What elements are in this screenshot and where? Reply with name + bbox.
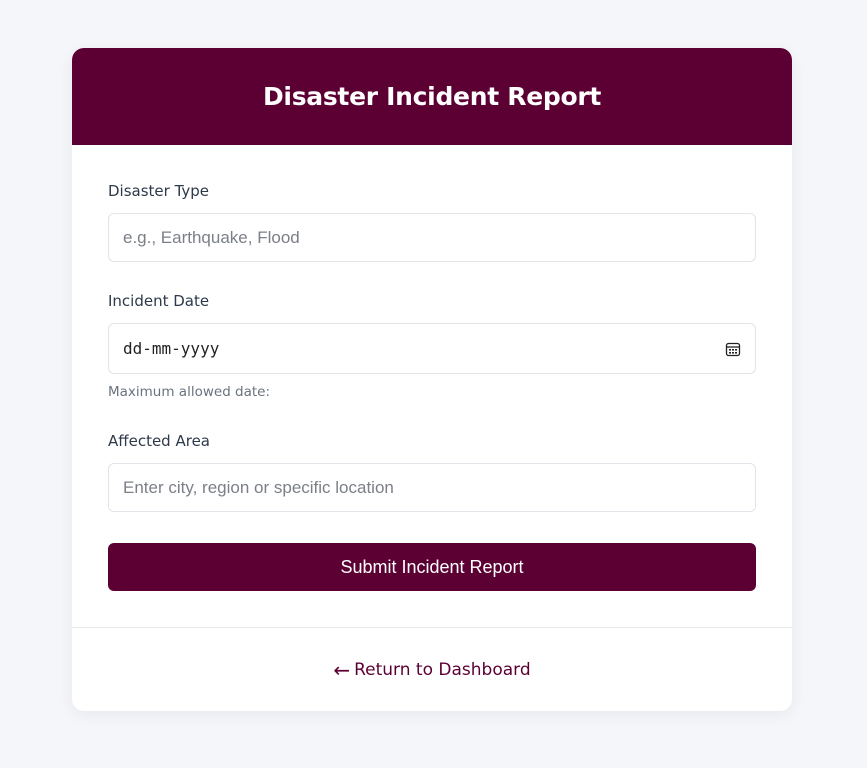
incident-date-placeholder: dd-mm-yyyy bbox=[123, 339, 220, 358]
return-dashboard-label: Return to Dashboard bbox=[354, 659, 531, 680]
incident-date-input[interactable]: dd-mm-yyyy bbox=[108, 323, 756, 374]
report-card: Disaster Incident Report Disaster Type e… bbox=[72, 48, 792, 711]
affected-area-label: Affected Area bbox=[108, 432, 210, 450]
disaster-type-placeholder: e.g., Earthquake, Flood bbox=[123, 227, 300, 247]
return-dashboard-link[interactable]: ← Return to Dashboard bbox=[333, 658, 530, 682]
submit-wrapper: Submit Incident Report bbox=[108, 543, 756, 591]
card-header: Disaster Incident Report bbox=[72, 48, 792, 145]
incident-form: Disaster Type e.g., Earthquake, Flood In… bbox=[72, 145, 792, 571]
card-footer: ← Return to Dashboard bbox=[72, 628, 792, 711]
disaster-type-label: Disaster Type bbox=[108, 182, 210, 200]
calendar-icon[interactable] bbox=[725, 341, 741, 357]
disaster-type-group: Disaster Type e.g., Earthquake, Flood bbox=[108, 181, 756, 291]
page-title: Disaster Incident Report bbox=[262, 82, 602, 111]
max-date-hint: Maximum allowed date: bbox=[108, 384, 271, 400]
back-arrow-icon: ← bbox=[333, 657, 351, 682]
incident-date-group: Incident Date dd-mm-yyyy Maximum allowed… bbox=[108, 291, 756, 431]
incident-date-label: Incident Date bbox=[108, 292, 210, 310]
affected-area-input[interactable]: Enter city, region or specific location bbox=[108, 463, 756, 512]
submit-button[interactable]: Submit Incident Report bbox=[108, 543, 756, 591]
affected-area-placeholder: Enter city, region or specific location bbox=[123, 477, 394, 497]
disaster-type-input[interactable]: e.g., Earthquake, Flood bbox=[108, 213, 756, 262]
